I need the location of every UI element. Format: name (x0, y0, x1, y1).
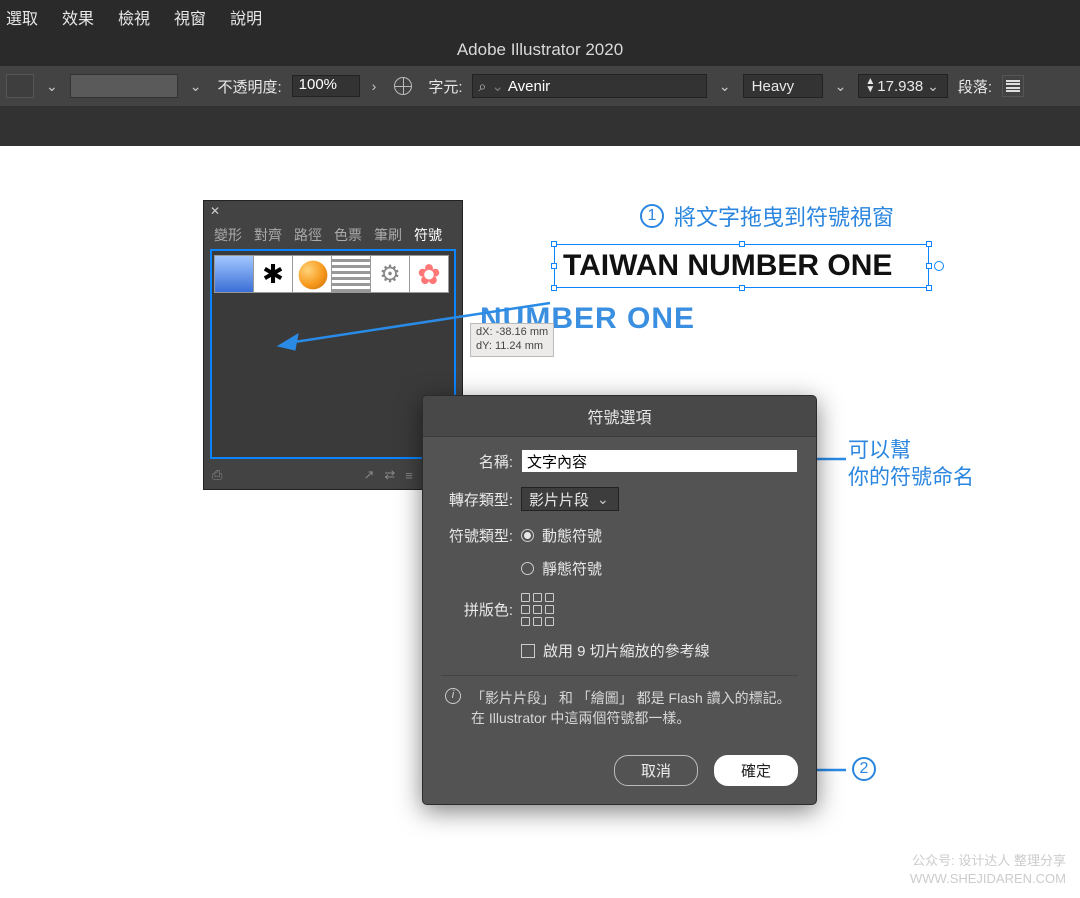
menu-view[interactable]: 檢視 (118, 5, 150, 29)
app-title-bar: Adobe Illustrator 2020 (0, 33, 1080, 66)
toolbar-spacer (0, 106, 1080, 146)
step-number-icon: 1 (640, 204, 664, 228)
menu-help[interactable]: 說明 (230, 5, 262, 29)
menu-effect[interactable]: 效果 (62, 5, 94, 29)
watermark: 公众号: 设计达人 整理分享 WWW.SHEJIDAREN.COM (910, 852, 1066, 888)
annotation-step-1: 1 將文字拖曳到符號視窗 (640, 200, 894, 232)
annotation-name-hint: 可以幫 你的符號命名 (848, 437, 974, 492)
dialog-title: 符號選項 (423, 396, 816, 437)
annotation-step-2: 2 (852, 757, 876, 781)
break-link-icon[interactable]: ⇄ (384, 467, 395, 483)
symbol-name-input[interactable] (521, 449, 798, 473)
fill-preview[interactable] (70, 74, 178, 98)
selection-handle[interactable] (739, 241, 745, 247)
radio-static-symbol[interactable]: 靜態符號 (521, 558, 602, 579)
radio-icon (521, 562, 534, 575)
symbol-options-icon[interactable]: ≡ (405, 468, 413, 483)
chevron-right-icon[interactable]: › (370, 78, 379, 94)
library-icon[interactable]: ⎙ (212, 467, 222, 483)
nine-slice-checkbox[interactable]: 啟用 9 切片縮放的參考線 (521, 640, 710, 661)
text-out-port[interactable] (934, 261, 944, 271)
symbol-thumb[interactable]: ✱ (253, 255, 293, 293)
chevron-down-icon[interactable]: ⌄ (833, 78, 849, 95)
app-title: Adobe Illustrator 2020 (457, 40, 623, 60)
selection-handle[interactable] (926, 285, 932, 291)
symbol-thumb[interactable]: ⚙ (370, 255, 410, 293)
tab-pathfinder[interactable]: 路徑 (294, 225, 322, 245)
symbol-options-dialog: 符號選項 名稱: 轉存類型: 影片片段 ⌄ 符號類型: 動態符號 靜態符號 (422, 395, 817, 805)
chevron-down-icon[interactable]: ⌄ (717, 78, 733, 95)
tab-brushes[interactable]: 筆刷 (374, 225, 402, 245)
opacity-field[interactable]: 100% (292, 75, 360, 97)
symbol-thumb[interactable]: ✿ (409, 255, 449, 293)
opacity-label: 不透明度: (217, 76, 281, 97)
app-menu-bar: 選取 效果 檢視 視窗 說明 (0, 0, 1080, 33)
tab-transform[interactable]: 變形 (214, 225, 242, 245)
font-weight-field[interactable]: Heavy (743, 74, 823, 98)
search-icon: ⌕ (478, 78, 486, 95)
registration-grid[interactable] (521, 593, 554, 626)
tab-swatches[interactable]: 色票 (334, 225, 362, 245)
cancel-button[interactable]: 取消 (614, 755, 698, 786)
selection-handle[interactable] (551, 263, 557, 269)
tab-align[interactable]: 對齊 (254, 225, 282, 245)
registration-label: 拼版色: (441, 599, 513, 620)
drag-arrow-icon (270, 298, 560, 358)
selection-handle[interactable] (926, 241, 932, 247)
font-family-input[interactable] (506, 78, 706, 95)
text-content: TAIWAN NUMBER ONE (563, 249, 920, 283)
selection-handle[interactable] (551, 285, 557, 291)
selection-handle[interactable] (739, 285, 745, 291)
selection-handle[interactable] (551, 241, 557, 247)
menu-window[interactable]: 視窗 (174, 5, 206, 29)
export-type-label: 轉存類型: (441, 489, 513, 510)
chevron-down-icon[interactable]: ⌄ (44, 78, 60, 95)
font-size-field[interactable]: ▲▼ 17.938 ⌄ (858, 74, 948, 98)
globe-icon[interactable] (394, 77, 412, 95)
options-toolbar: ⌄ ⌄ 不透明度: 100% › 字元: ⌕⌄ ⌄ Heavy ⌄ ▲▼ 17.… (0, 66, 1080, 106)
name-label: 名稱: (441, 451, 513, 472)
selected-text-object[interactable]: TAIWAN NUMBER ONE (554, 244, 929, 288)
font-family-field[interactable]: ⌕⌄ (472, 74, 706, 98)
dialog-info-note: i 「影片片段」 和 「繪圖」 都是 Flash 讀入的標記。在 Illustr… (441, 675, 798, 741)
tab-symbols[interactable]: 符號 (414, 225, 442, 245)
export-type-select[interactable]: 影片片段 ⌄ (521, 487, 619, 511)
radio-icon (521, 529, 534, 542)
symbol-thumb[interactable] (292, 255, 332, 293)
radio-dynamic-symbol[interactable]: 動態符號 (521, 525, 602, 546)
info-icon: i (445, 688, 461, 704)
selection-handle[interactable] (926, 263, 932, 269)
symbol-type-label: 符號類型: (441, 525, 513, 546)
stepper-icon[interactable]: ▲▼ (865, 78, 875, 94)
chevron-down-icon[interactable]: ⌄ (188, 78, 204, 95)
char-label: 字元: (428, 76, 462, 97)
ok-button[interactable]: 確定 (714, 755, 798, 786)
menu-select[interactable]: 選取 (6, 5, 38, 29)
panel-tabs: 變形 對齊 路徑 色票 筆刷 符號 (204, 221, 462, 245)
place-symbol-icon[interactable]: ↗ (363, 467, 374, 483)
symbol-thumb[interactable] (331, 255, 371, 293)
symbol-thumb[interactable] (214, 255, 254, 293)
fill-chip[interactable] (6, 74, 34, 98)
step-number-icon: 2 (852, 757, 876, 781)
chevron-down-icon: ⌄ (595, 491, 611, 508)
checkbox-icon (521, 644, 535, 658)
paragraph-label: 段落: (958, 76, 992, 97)
close-icon[interactable]: ✕ (210, 204, 220, 218)
paragraph-align-button[interactable] (1002, 75, 1024, 97)
